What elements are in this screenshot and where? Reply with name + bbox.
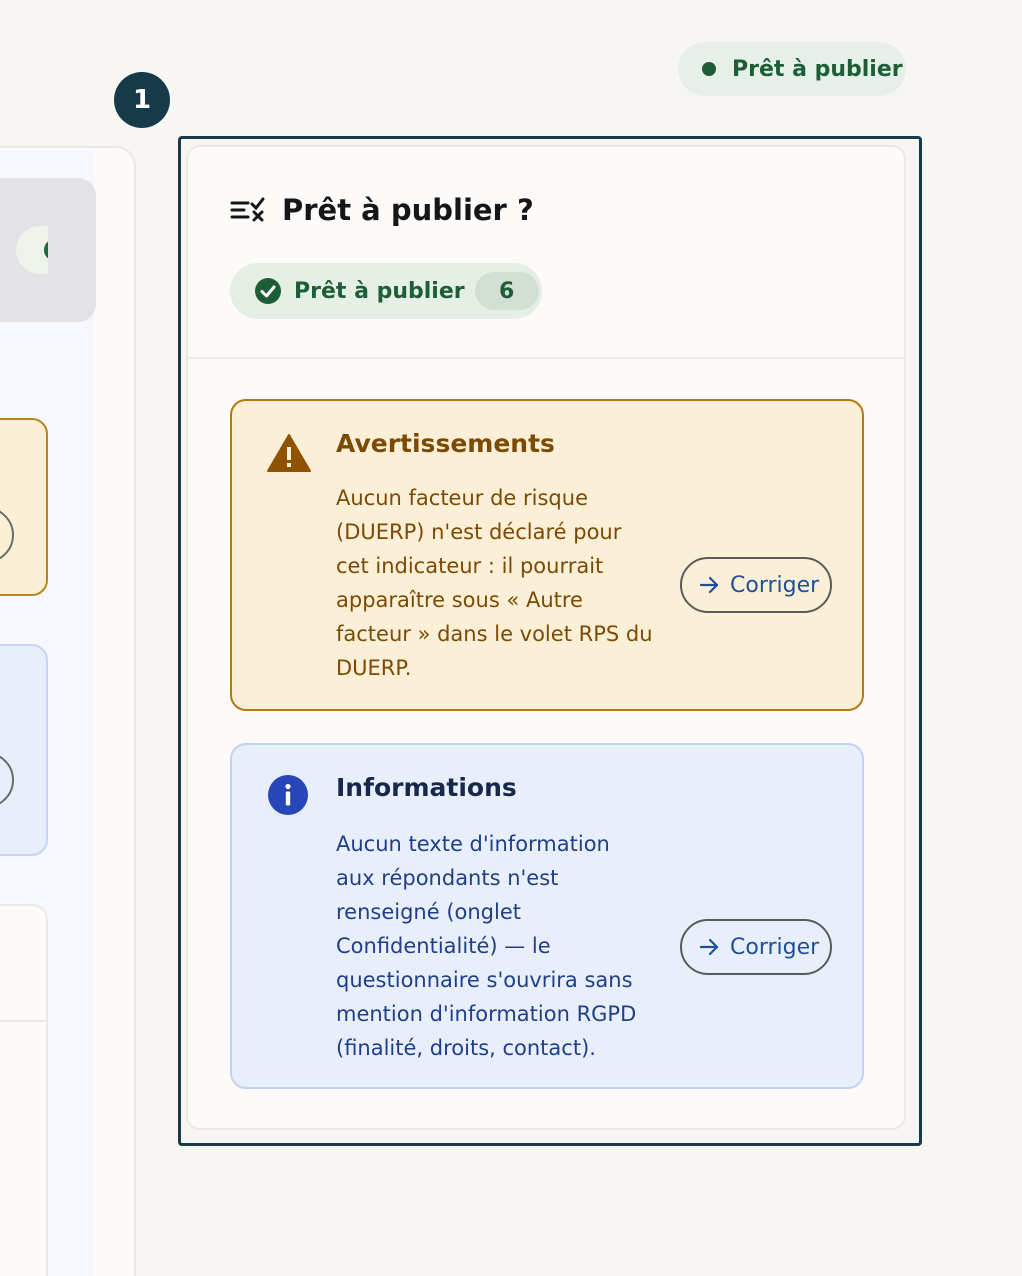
- arrow-right-icon: [699, 938, 719, 956]
- ready-chip-count: 6: [474, 272, 539, 310]
- divider: [188, 357, 904, 359]
- warning-message-line: cet indicateur : il pourrait: [336, 554, 604, 578]
- warning-alert: Avertissements Aucun facteur de risque (…: [230, 399, 864, 711]
- info-alert: Informations Aucun texte d'information a…: [230, 743, 864, 1089]
- background-card: [0, 904, 48, 1276]
- info-message-line: aux répondants n'est: [336, 866, 559, 890]
- info-message-line: Aucun texte d'information: [336, 832, 610, 856]
- publish-check-panel: Prêt à publier ? Prêt à publier 6 Averti…: [186, 145, 906, 1130]
- warning-message: Aucun facteur de risque (DUERP) n'est dé…: [336, 481, 668, 685]
- panel-title: Prêt à publier ?: [282, 193, 534, 227]
- info-title: Informations: [336, 773, 517, 802]
- step-number-badge: 1: [114, 72, 170, 128]
- arrow-right-icon: [699, 576, 719, 594]
- panel-header: Prêt à publier ?: [230, 193, 534, 227]
- background-info-card: [0, 644, 48, 856]
- warning-message-line: facteur » dans le volet RPS du: [336, 622, 653, 646]
- status-pill-label: Prêt à publier: [732, 56, 903, 82]
- ready-chip-label: Prêt à publier: [294, 278, 465, 304]
- warning-message-line: Aucun facteur de risque: [336, 486, 588, 510]
- info-message-line: Confidentialité) — le: [336, 934, 551, 958]
- info-message-line: (finalité, droits, contact).: [336, 1036, 596, 1060]
- info-message-line: renseigné (onglet: [336, 900, 522, 924]
- warning-message-line: apparaître sous « Autre: [336, 588, 583, 612]
- dot-icon: [702, 62, 716, 76]
- checklist-icon: [230, 197, 265, 222]
- info-message: Aucun texte d'information aux répondants…: [336, 827, 668, 1065]
- ready-count-chip: Prêt à publier 6: [230, 263, 542, 319]
- warning-message-line: (DUERP) n'est déclaré pour: [336, 520, 622, 544]
- background-status-chip: [16, 226, 76, 274]
- status-pill: Prêt à publier: [678, 42, 906, 96]
- background-divider: [0, 1020, 48, 1022]
- info-message-line: questionnaire s'ouvrira sans: [336, 968, 633, 992]
- warning-triangle-icon: [267, 434, 311, 472]
- warning-title: Avertissements: [336, 429, 555, 458]
- fix-button-label: Corriger: [730, 934, 820, 960]
- fix-button-label: Corriger: [730, 572, 820, 598]
- fix-warning-button[interactable]: Corriger: [680, 557, 832, 613]
- fix-info-button[interactable]: Corriger: [680, 919, 832, 975]
- info-circle-icon: [268, 775, 308, 815]
- info-message-line: mention d'information RGPD: [336, 1002, 637, 1026]
- warning-message-line: DUERP.: [336, 656, 412, 680]
- check-circle-icon: [255, 278, 281, 304]
- background-warning-card: [0, 418, 48, 596]
